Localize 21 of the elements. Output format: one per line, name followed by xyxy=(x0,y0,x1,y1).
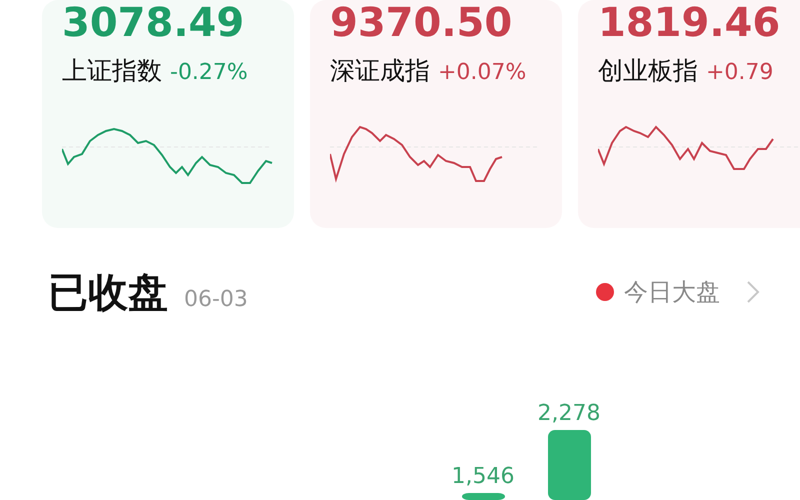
status-dot xyxy=(596,283,614,301)
bar-value-label: 2,278 xyxy=(538,401,600,426)
index-card[interactable]: 9370.50 深证成指 +0.07% xyxy=(310,0,562,228)
index-card[interactable]: 1819.46 创业板指 +0.79 xyxy=(578,0,800,228)
bar xyxy=(548,430,591,500)
index-value: 1819.46 xyxy=(598,0,782,46)
index-change: -0.27% xyxy=(170,60,248,85)
today-market-link[interactable]: 今日大盘 xyxy=(624,276,720,308)
index-value: 9370.50 xyxy=(330,0,514,46)
chevron-right-icon[interactable] xyxy=(746,280,760,304)
index-card[interactable]: 3078.49 上证指数 -0.27% xyxy=(42,0,294,228)
index-name: 创业板指 xyxy=(598,55,698,87)
index-value: 3078.49 xyxy=(62,0,246,46)
index-change: +0.07% xyxy=(438,60,526,85)
bar xyxy=(462,493,505,500)
index-change: +0.79 xyxy=(706,60,774,85)
bar-value-label: 1,546 xyxy=(452,464,514,489)
section-title: 已收盘 xyxy=(48,268,168,318)
index-name: 上证指数 xyxy=(62,55,162,87)
date-label: 06-03 xyxy=(184,286,248,312)
index-name: 深证成指 xyxy=(330,55,430,87)
